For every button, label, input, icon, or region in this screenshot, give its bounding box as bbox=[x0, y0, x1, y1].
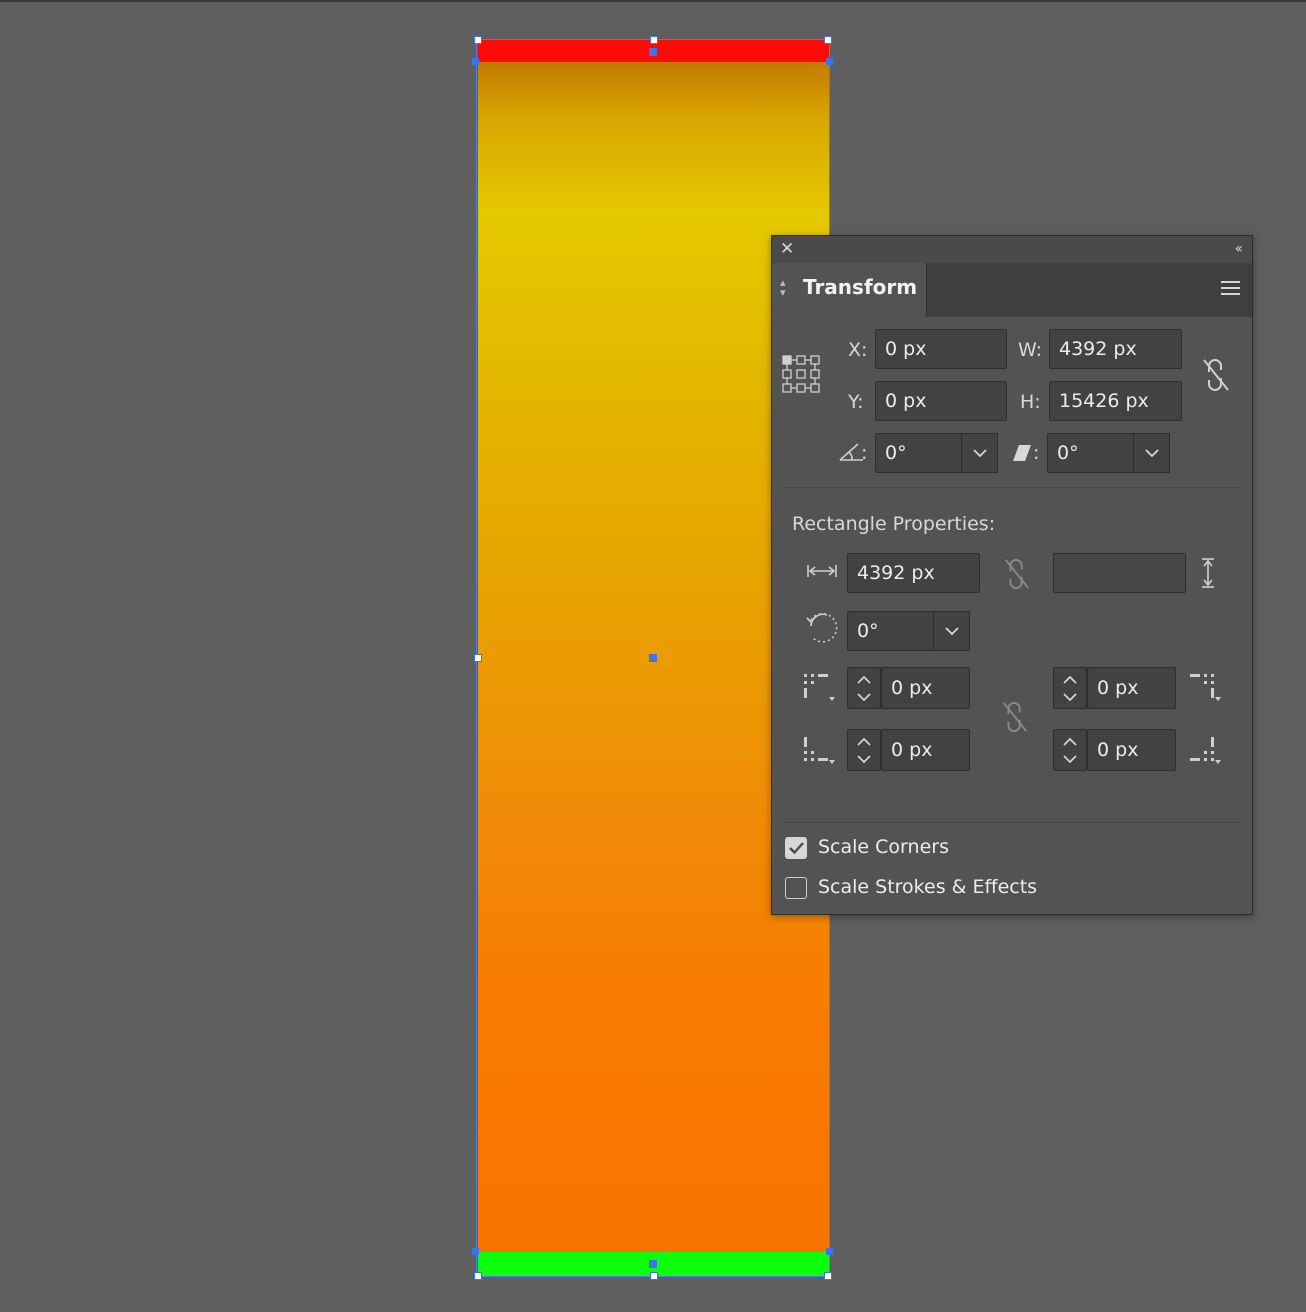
collapse-icon[interactable]: ‹‹ bbox=[1235, 239, 1243, 259]
width-icon bbox=[807, 565, 837, 577]
shear-icon bbox=[1013, 445, 1031, 461]
rect-rotation-field[interactable]: 0° bbox=[847, 611, 934, 651]
close-icon[interactable]: ✕ bbox=[780, 239, 794, 259]
reference-point-icon[interactable] bbox=[782, 355, 822, 395]
canvas-top-border bbox=[0, 0, 1306, 2]
chevron-down-icon bbox=[973, 449, 987, 458]
stepper-arrows-icon bbox=[857, 737, 871, 764]
tab-transform[interactable]: ▴ ▾ Transform bbox=[772, 263, 927, 317]
stepper-arrows-icon bbox=[1063, 737, 1077, 764]
chevron-down-icon bbox=[1145, 449, 1159, 458]
handle-top-center[interactable] bbox=[650, 36, 658, 44]
anchor-point[interactable] bbox=[649, 1260, 657, 1268]
checkmark-icon bbox=[789, 842, 804, 855]
corner-tl-field[interactable]: 0 px bbox=[881, 667, 970, 709]
corner-tr-field[interactable]: 0 px bbox=[1087, 667, 1176, 709]
anchor-point[interactable] bbox=[472, 1248, 479, 1255]
shear-label: : bbox=[1033, 442, 1040, 464]
handle-middle-left[interactable] bbox=[474, 654, 482, 662]
x-label: X: bbox=[848, 339, 868, 361]
corner-type-icon[interactable] bbox=[1189, 673, 1223, 703]
rect-width-field[interactable]: 4392 px bbox=[847, 553, 980, 593]
angle-field[interactable]: 0° bbox=[875, 433, 962, 473]
corner-br-stepper[interactable] bbox=[1053, 729, 1087, 771]
stepper-arrows-icon bbox=[1063, 675, 1077, 702]
rect-height-field[interactable] bbox=[1053, 553, 1186, 593]
tab-toggle-icon[interactable]: ▴ ▾ bbox=[780, 277, 786, 298]
x-field[interactable]: 0 px bbox=[875, 329, 1007, 369]
corner-type-icon[interactable] bbox=[803, 736, 837, 766]
h-label: H: bbox=[1020, 391, 1041, 413]
handle-bottom-center[interactable] bbox=[650, 1272, 658, 1280]
divider bbox=[782, 487, 1242, 488]
y-label: Y: bbox=[848, 391, 864, 413]
corner-bl-field[interactable]: 0 px bbox=[881, 729, 970, 771]
divider bbox=[782, 822, 1242, 823]
handle-top-right[interactable] bbox=[824, 36, 832, 44]
y-field[interactable]: 0 px bbox=[875, 381, 1007, 421]
rect-rotation-dropdown[interactable] bbox=[933, 611, 970, 651]
angle-dropdown[interactable] bbox=[961, 433, 998, 473]
shear-field[interactable]: 0° bbox=[1047, 433, 1134, 473]
corner-br-field[interactable]: 0 px bbox=[1087, 729, 1176, 771]
width-field[interactable]: 4392 px bbox=[1049, 329, 1182, 369]
anchor-point[interactable] bbox=[472, 58, 479, 65]
anchor-point[interactable] bbox=[649, 48, 657, 56]
scale-strokes-label[interactable]: Scale Strokes & Effects bbox=[818, 876, 1037, 898]
panel-tab-row: ▴ ▾ Transform bbox=[772, 263, 1252, 317]
corner-type-icon[interactable] bbox=[803, 673, 837, 703]
rectangle-properties-title: Rectangle Properties: bbox=[792, 513, 996, 535]
corner-tl-stepper[interactable] bbox=[847, 667, 881, 709]
scale-corners-label[interactable]: Scale Corners bbox=[818, 836, 949, 858]
transform-panel: ✕ ‹‹ ▴ ▾ Transform X: 0 px Y: 0 px W: 439… bbox=[771, 235, 1253, 915]
scale-corners-checkbox[interactable] bbox=[785, 837, 807, 859]
corner-tr-stepper[interactable] bbox=[1053, 667, 1087, 709]
link-corners-icon[interactable] bbox=[1000, 701, 1030, 733]
shear-dropdown[interactable] bbox=[1133, 433, 1170, 473]
panel-titlebar[interactable]: ✕ ‹‹ bbox=[772, 236, 1252, 263]
anchor-point[interactable] bbox=[826, 58, 833, 65]
center-point bbox=[649, 654, 657, 662]
handle-bottom-left[interactable] bbox=[474, 1272, 482, 1280]
constrain-proportions-icon[interactable] bbox=[1200, 358, 1232, 392]
corner-type-icon[interactable] bbox=[1189, 736, 1223, 766]
chevron-down-icon bbox=[945, 627, 959, 636]
tab-transform-label: Transform bbox=[803, 275, 918, 299]
handle-bottom-right[interactable] bbox=[824, 1272, 832, 1280]
scale-strokes-checkbox[interactable] bbox=[785, 877, 807, 899]
height-field[interactable]: 15426 px bbox=[1049, 381, 1182, 421]
handle-top-left[interactable] bbox=[474, 36, 482, 44]
stepper-arrows-icon bbox=[857, 675, 871, 702]
w-label: W: bbox=[1018, 339, 1043, 361]
link-dimensions-icon[interactable] bbox=[1002, 558, 1032, 590]
corner-bl-stepper[interactable] bbox=[847, 729, 881, 771]
rotation-icon bbox=[806, 613, 838, 643]
anchor-point[interactable] bbox=[826, 1248, 833, 1255]
angle-label: : bbox=[861, 442, 868, 464]
panel-menu-icon[interactable] bbox=[1221, 281, 1240, 299]
height-icon bbox=[1202, 558, 1214, 588]
